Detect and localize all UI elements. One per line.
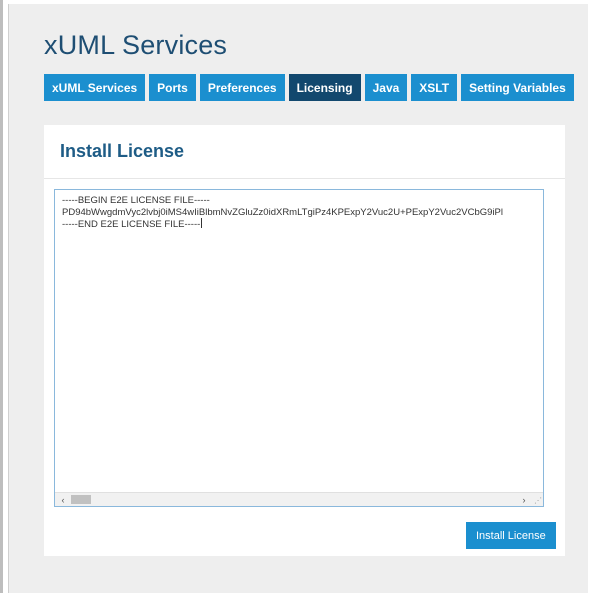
tab-licensing[interactable]: Licensing <box>288 74 361 101</box>
page-container: xUML Services xUML Services Ports Prefer… <box>8 4 588 593</box>
scrollbar-thumb[interactable] <box>71 495 91 504</box>
tab-xuml-services[interactable]: xUML Services <box>44 74 146 101</box>
left-border <box>0 0 3 593</box>
card-title: Install License <box>60 141 185 161</box>
license-line-body: PD94bWwgdmVyc2lvbj0iMS4wIiBlbmNvZGluZz0i… <box>62 206 503 218</box>
license-line-end: -----END E2E LICENSE FILE----- <box>62 218 536 231</box>
license-textarea[interactable]: -----BEGIN E2E LICENSE FILE----- PD94bWwg… <box>54 189 544 507</box>
text-caret <box>201 218 203 228</box>
scroll-right-icon[interactable]: › <box>517 493 531 506</box>
install-license-card: Install License -----BEGIN E2E LICENSE F… <box>44 125 565 556</box>
scroll-left-icon[interactable]: ‹ <box>56 493 70 506</box>
page-title: xUML Services <box>44 30 228 60</box>
resize-grip-icon[interactable]: ⋰ <box>533 496 542 505</box>
license-line-begin: -----BEGIN E2E LICENSE FILE----- <box>62 195 210 206</box>
install-license-button[interactable]: Install License <box>466 522 556 549</box>
license-text[interactable]: -----BEGIN E2E LICENSE FILE----- PD94bWwg… <box>55 190 543 492</box>
card-header: Install License <box>44 125 565 179</box>
license-line-end-text: -----END E2E LICENSE FILE----- <box>62 219 201 230</box>
tab-ports[interactable]: Ports <box>149 74 196 101</box>
horizontal-scrollbar[interactable]: ‹ › <box>55 492 543 506</box>
tab-xslt[interactable]: XSLT <box>411 74 458 101</box>
tab-setting-variables[interactable]: Setting Variables <box>461 74 574 101</box>
tab-bar: xUML Services Ports Preferences Licensin… <box>44 74 574 101</box>
tab-java[interactable]: Java <box>364 74 408 101</box>
tab-preferences[interactable]: Preferences <box>199 74 285 101</box>
